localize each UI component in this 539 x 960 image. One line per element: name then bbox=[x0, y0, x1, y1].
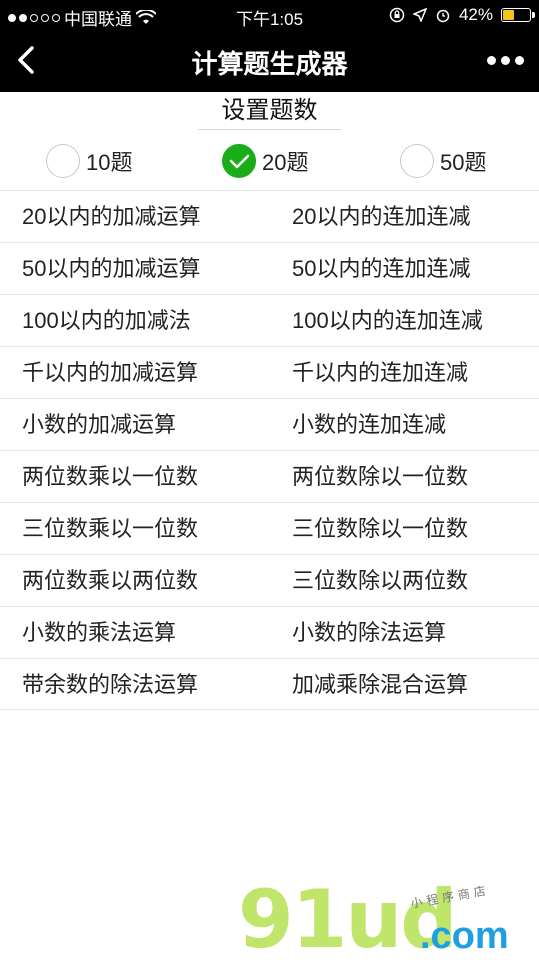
status-right: 42% bbox=[389, 5, 535, 25]
more-menu-button[interactable] bbox=[485, 52, 525, 68]
list-row: 三位数乘以一位数 三位数除以一位数 bbox=[0, 502, 539, 554]
list-item[interactable]: 带余数的除法运算 bbox=[22, 659, 198, 711]
more-icon-dot bbox=[500, 55, 510, 65]
radio-option-50[interactable]: 50题 bbox=[400, 144, 486, 178]
radio-circle-icon bbox=[46, 144, 80, 178]
nav-bar: 计算题生成器 bbox=[0, 30, 539, 92]
radio-label: 10题 bbox=[86, 150, 133, 175]
alarm-icon bbox=[436, 9, 450, 23]
list-item[interactable]: 两位数乘以一位数 bbox=[22, 451, 198, 503]
list-item[interactable]: 加减乘除混合运算 bbox=[292, 659, 468, 711]
list-item[interactable]: 20以内的连加连减 bbox=[292, 191, 470, 243]
list-item[interactable]: 小数的连加连减 bbox=[292, 399, 446, 451]
checkmark-icon bbox=[229, 154, 249, 168]
list-row: 两位数乘以两位数 三位数除以两位数 bbox=[0, 554, 539, 606]
list-item[interactable]: 小数的乘法运算 bbox=[22, 607, 176, 659]
list-item[interactable]: 20以内的加减运算 bbox=[22, 191, 200, 243]
more-icon-dot bbox=[514, 55, 524, 65]
list-row: 带余数的除法运算 加减乘除混合运算 bbox=[0, 658, 539, 710]
list-item[interactable]: 两位数除以一位数 bbox=[292, 451, 468, 503]
settings-title: 设置题数 bbox=[198, 94, 341, 130]
list-row: 千以内的加减运算 千以内的连加连减 bbox=[0, 346, 539, 398]
list-item[interactable]: 50以内的连加连减 bbox=[292, 243, 470, 295]
radio-circle-icon bbox=[400, 144, 434, 178]
list-item[interactable]: 小数的除法运算 bbox=[292, 607, 446, 659]
list-item[interactable]: 三位数除以一位数 bbox=[292, 503, 468, 555]
list-item[interactable]: 两位数乘以两位数 bbox=[22, 555, 198, 607]
list-row: 100以内的加减法 100以内的连加连减 bbox=[0, 294, 539, 346]
exercise-type-list: 20以内的加减运算 20以内的连加连减 50以内的加减运算 50以内的连加连减 … bbox=[0, 190, 539, 710]
list-row: 两位数乘以一位数 两位数除以一位数 bbox=[0, 450, 539, 502]
battery-percent: 42% bbox=[458, 5, 493, 24]
radio-checked-icon bbox=[222, 144, 256, 178]
list-row: 50以内的加减运算 50以内的连加连减 bbox=[0, 242, 539, 294]
list-item[interactable]: 小数的加减运算 bbox=[22, 399, 176, 451]
location-icon bbox=[412, 8, 427, 22]
list-item[interactable]: 50以内的加减运算 bbox=[22, 243, 200, 295]
list-item[interactable]: 100以内的连加连减 bbox=[292, 295, 483, 347]
status-bar: 中国联通 下午1:05 42% bbox=[0, 0, 539, 30]
list-item[interactable]: 100以内的加减法 bbox=[22, 295, 191, 347]
more-icon-dot bbox=[486, 55, 496, 65]
list-item[interactable]: 千以内的加减运算 bbox=[22, 347, 198, 399]
radio-option-10[interactable]: 10题 bbox=[46, 144, 132, 178]
rotation-lock-icon bbox=[389, 7, 405, 23]
radio-option-20[interactable]: 20题 bbox=[222, 144, 308, 178]
list-row: 小数的加减运算 小数的连加连减 bbox=[0, 398, 539, 450]
question-count-radio-group: 10题 20题 50题 bbox=[0, 140, 539, 186]
list-row: 20以内的加减运算 20以内的连加连减 bbox=[0, 190, 539, 242]
list-item[interactable]: 三位数乘以一位数 bbox=[22, 503, 198, 555]
list-item[interactable]: 三位数除以两位数 bbox=[292, 555, 468, 607]
page-title: 计算题生成器 bbox=[191, 49, 348, 79]
list-item[interactable]: 千以内的连加连减 bbox=[292, 347, 468, 399]
watermark-logo: 91ud 小程序商店 .com bbox=[238, 880, 538, 960]
watermark-domain: .com bbox=[420, 915, 509, 957]
radio-label: 50题 bbox=[440, 150, 487, 175]
radio-label: 20题 bbox=[262, 150, 309, 175]
list-row: 小数的乘法运算 小数的除法运算 bbox=[0, 606, 539, 658]
battery-icon bbox=[501, 8, 535, 22]
